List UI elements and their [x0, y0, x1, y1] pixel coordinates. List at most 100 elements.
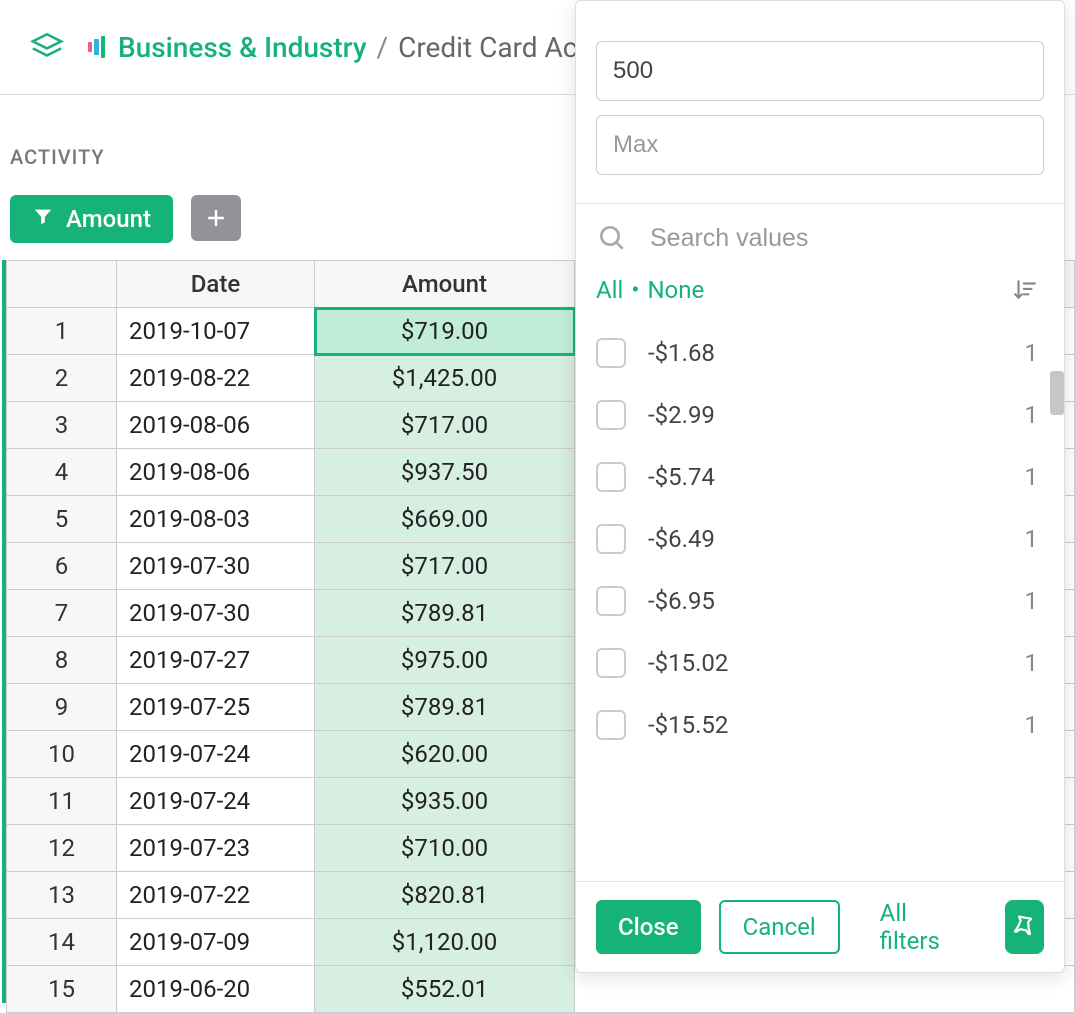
row-number[interactable]: 15 — [7, 966, 117, 1013]
cell-amount[interactable]: $975.00 — [315, 637, 575, 684]
filter-value-row[interactable]: -$15.52 1 — [576, 694, 1064, 756]
cell-amount[interactable]: $717.00 — [315, 543, 575, 590]
filter-value-count: 1 — [1025, 587, 1039, 615]
search-values-input[interactable] — [650, 224, 1044, 253]
cell-date[interactable]: 2019-08-06 — [117, 449, 315, 496]
filter-popup: All•None -$1.681-$2.991-$5.741-$6.491-$6… — [575, 0, 1065, 973]
cell-amount[interactable]: $789.81 — [315, 684, 575, 731]
row-number[interactable]: 7 — [7, 590, 117, 637]
filter-value-label: -$6.49 — [648, 525, 1003, 553]
cell-amount[interactable]: $789.81 — [315, 590, 575, 637]
document-icon — [80, 34, 106, 60]
filter-value-row[interactable]: -$2.99 1 — [576, 384, 1064, 446]
all-filters-link[interactable]: All filters — [858, 900, 969, 954]
sort-icon[interactable] — [1012, 277, 1038, 303]
filter-icon — [32, 205, 54, 233]
cell-amount[interactable]: $820.81 — [315, 872, 575, 919]
filter-chip-label: Amount — [66, 205, 151, 233]
cell-amount[interactable]: $1,425.00 — [315, 355, 575, 402]
filter-value-row[interactable]: -$5.74 1 — [576, 446, 1064, 508]
row-number[interactable]: 3 — [7, 402, 117, 449]
min-input[interactable] — [596, 41, 1044, 101]
checkbox[interactable] — [596, 524, 626, 554]
checkbox[interactable] — [596, 462, 626, 492]
select-all-link[interactable]: All — [596, 276, 623, 304]
row-number[interactable]: 8 — [7, 637, 117, 684]
row-number[interactable]: 13 — [7, 872, 117, 919]
row-number[interactable]: 6 — [7, 543, 117, 590]
filter-value-count: 1 — [1025, 401, 1039, 429]
cell-date[interactable]: 2019-07-24 — [117, 731, 315, 778]
cell-date[interactable]: 2019-08-22 — [117, 355, 315, 402]
filter-value-count: 1 — [1025, 525, 1039, 553]
row-number[interactable]: 11 — [7, 778, 117, 825]
filter-value-row[interactable]: -$1.68 1 — [576, 322, 1064, 384]
pages-icon[interactable] — [30, 30, 64, 64]
checkbox[interactable] — [596, 710, 626, 740]
cell-date[interactable]: 2019-07-22 — [117, 872, 315, 919]
cell-amount[interactable]: $552.01 — [315, 966, 575, 1013]
cell-date[interactable]: 2019-08-06 — [117, 402, 315, 449]
cell-date[interactable]: 2019-07-25 — [117, 684, 315, 731]
filter-value-row[interactable]: -$6.95 1 — [576, 570, 1064, 632]
cell-amount[interactable]: $719.00 — [315, 308, 575, 355]
cell-date[interactable]: 2019-08-03 — [117, 496, 315, 543]
select-none-link[interactable]: None — [647, 276, 704, 304]
filter-value-label: -$2.99 — [648, 401, 1003, 429]
cell-amount[interactable]: $717.00 — [315, 402, 575, 449]
cell-amount[interactable]: $935.00 — [315, 778, 575, 825]
select-all-none[interactable]: All•None — [596, 276, 704, 304]
cell-date[interactable]: 2019-07-27 — [117, 637, 315, 684]
row-number[interactable]: 10 — [7, 731, 117, 778]
max-input[interactable] — [596, 115, 1044, 175]
cell-amount[interactable]: $710.00 — [315, 825, 575, 872]
cell-date[interactable]: 2019-07-09 — [117, 919, 315, 966]
row-number[interactable]: 2 — [7, 355, 117, 402]
filter-value-row[interactable]: -$15.02 1 — [576, 632, 1064, 694]
checkbox[interactable] — [596, 400, 626, 430]
filter-value-label: -$1.68 — [648, 339, 1003, 367]
row-number[interactable]: 4 — [7, 449, 117, 496]
add-filter-button[interactable] — [191, 195, 241, 241]
filter-value-label: -$15.02 — [648, 649, 1003, 677]
breadcrumb-separator: / — [377, 31, 389, 64]
row-number[interactable]: 9 — [7, 684, 117, 731]
filter-value-count: 1 — [1025, 339, 1039, 367]
filter-chip-amount[interactable]: Amount — [10, 195, 173, 243]
cell-date[interactable]: 2019-06-20 — [117, 966, 315, 1013]
breadcrumb-category[interactable]: Business & Industry — [118, 31, 367, 64]
row-number[interactable]: 1 — [7, 308, 117, 355]
cell-amount[interactable]: $620.00 — [315, 731, 575, 778]
scrollbar-thumb[interactable] — [1050, 371, 1064, 415]
breadcrumb-document[interactable]: Credit Card Act — [398, 31, 587, 64]
cell-date[interactable]: 2019-07-23 — [117, 825, 315, 872]
cell-amount[interactable]: $937.50 — [315, 449, 575, 496]
filter-value-row[interactable]: -$6.49 1 — [576, 508, 1064, 570]
filter-value-count: 1 — [1025, 711, 1039, 739]
filter-value-label: -$15.52 — [648, 711, 1003, 739]
checkbox[interactable] — [596, 586, 626, 616]
filter-value-count: 1 — [1025, 649, 1039, 677]
cell-date[interactable]: 2019-07-30 — [117, 590, 315, 637]
row-number[interactable]: 14 — [7, 919, 117, 966]
close-button[interactable]: Close — [596, 900, 701, 954]
filter-value-label: -$5.74 — [648, 463, 1003, 491]
pin-button[interactable] — [1005, 900, 1044, 954]
column-header-amount[interactable]: Amount — [315, 261, 575, 308]
cell-amount[interactable]: $1,120.00 — [315, 919, 575, 966]
search-icon — [596, 222, 628, 254]
column-header-date[interactable]: Date — [117, 261, 315, 308]
row-number[interactable]: 12 — [7, 825, 117, 872]
cell-date[interactable]: 2019-10-07 — [117, 308, 315, 355]
cancel-button[interactable]: Cancel — [719, 900, 840, 954]
cell-date[interactable]: 2019-07-30 — [117, 543, 315, 590]
filter-value-count: 1 — [1025, 463, 1039, 491]
checkbox[interactable] — [596, 338, 626, 368]
row-number[interactable]: 5 — [7, 496, 117, 543]
row-header-blank — [7, 261, 117, 308]
cell-amount[interactable]: $669.00 — [315, 496, 575, 543]
filter-value-label: -$6.95 — [648, 587, 1003, 615]
checkbox[interactable] — [596, 648, 626, 678]
section-title: ACTIVITY — [10, 145, 105, 169]
cell-date[interactable]: 2019-07-24 — [117, 778, 315, 825]
